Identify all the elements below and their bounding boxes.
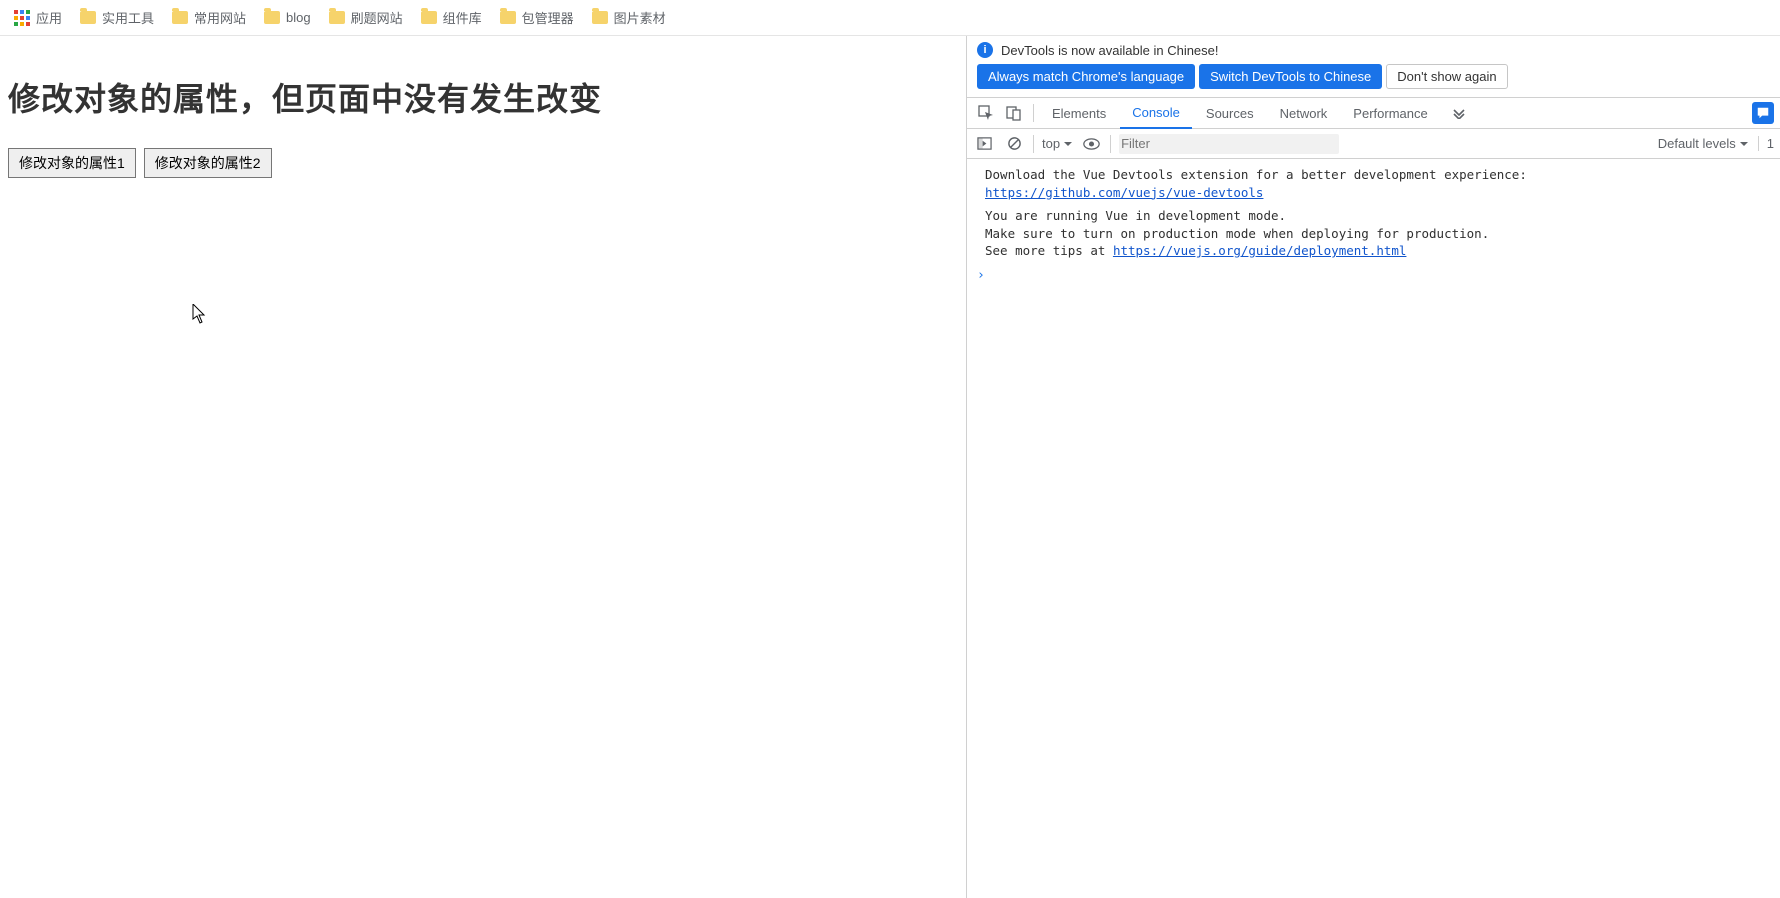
folder-icon (172, 11, 188, 24)
bookmarks-bar: 应用 实用工具 常用网站 blog 刷题网站 组件库 包管理器 图片素材 (0, 0, 1780, 36)
execution-context-select[interactable]: top (1042, 136, 1072, 151)
folder-icon (329, 11, 345, 24)
mouse-cursor-icon (192, 304, 206, 324)
console-sidebar-toggle-icon[interactable] (973, 133, 995, 155)
console-link[interactable]: https://vuejs.org/guide/deployment.html (1113, 243, 1407, 258)
device-toolbar-icon[interactable] (1001, 100, 1027, 126)
bookmark-label: 组件库 (443, 8, 482, 27)
folder-icon (500, 11, 516, 24)
bookmark-folder[interactable]: 常用网站 (172, 8, 246, 27)
apps-label: 应用 (36, 8, 62, 27)
tab-network[interactable]: Network (1268, 97, 1340, 129)
live-expression-icon[interactable] (1080, 133, 1102, 155)
console-message: Download the Vue Devtools extension for … (975, 163, 1772, 204)
page-content: 修改对象的属性，但页面中没有发生改变 修改对象的属性1 修改对象的属性2 (0, 36, 966, 898)
separator (1033, 104, 1034, 122)
context-label: top (1042, 136, 1060, 151)
chevron-down-icon (1064, 140, 1072, 148)
folder-icon (421, 11, 437, 24)
apps-icon (14, 10, 30, 26)
bookmark-folder[interactable]: 包管理器 (500, 8, 574, 27)
tab-performance[interactable]: Performance (1341, 97, 1439, 129)
console-link[interactable]: https://github.com/vuejs/vue-devtools (985, 185, 1263, 200)
language-banner: i DevTools is now available in Chinese! (967, 36, 1780, 64)
log-levels-select[interactable]: Default levels (1658, 136, 1748, 151)
console-output: Download the Vue Devtools extension for … (967, 159, 1780, 898)
console-toolbar: top Default levels 1 (967, 129, 1780, 159)
always-match-language-button[interactable]: Always match Chrome's language (977, 64, 1195, 89)
folder-icon (592, 11, 608, 24)
bookmark-folder[interactable]: 实用工具 (80, 8, 154, 27)
bookmark-label: 包管理器 (522, 8, 574, 27)
console-text: Make sure to turn on production mode whe… (985, 226, 1489, 241)
clear-console-icon[interactable] (1003, 133, 1025, 155)
bookmark-label: blog (286, 10, 311, 25)
switch-to-chinese-button[interactable]: Switch DevTools to Chinese (1199, 64, 1382, 89)
console-prompt[interactable]: › (975, 263, 1772, 289)
dont-show-again-button[interactable]: Don't show again (1386, 64, 1507, 89)
levels-label: Default levels (1658, 136, 1736, 151)
console-text: See more tips at (985, 243, 1113, 258)
bookmark-folder[interactable]: 图片素材 (592, 8, 666, 27)
bookmark-folder[interactable]: 组件库 (421, 8, 482, 27)
info-icon: i (977, 42, 993, 58)
modify-prop-1-button[interactable]: 修改对象的属性1 (8, 148, 136, 178)
bookmark-folder[interactable]: blog (264, 10, 311, 25)
modify-prop-2-button[interactable]: 修改对象的属性2 (144, 148, 272, 178)
folder-icon (264, 11, 280, 24)
hidden-messages-count[interactable]: 1 (1758, 136, 1774, 151)
separator (1110, 135, 1111, 153)
console-message: You are running Vue in development mode.… (975, 204, 1772, 263)
console-text: Download the Vue Devtools extension for … (985, 167, 1527, 182)
bookmark-label: 常用网站 (194, 8, 246, 27)
tab-console[interactable]: Console (1120, 97, 1192, 129)
page-title: 修改对象的属性，但页面中没有发生改变 (8, 74, 958, 120)
bookmark-label: 图片素材 (614, 8, 666, 27)
separator (1033, 135, 1034, 153)
banner-text: DevTools is now available in Chinese! (1001, 43, 1219, 58)
more-tabs-icon[interactable] (1446, 100, 1472, 126)
filter-input[interactable] (1119, 134, 1339, 154)
bookmark-label: 刷题网站 (351, 8, 403, 27)
console-text: You are running Vue in development mode. (985, 208, 1286, 223)
apps-button[interactable]: 应用 (14, 8, 62, 27)
devtools-panel: i DevTools is now available in Chinese! … (966, 36, 1780, 898)
devtools-tabstrip: Elements Console Sources Network Perform… (967, 97, 1780, 129)
banner-actions: Always match Chrome's language Switch De… (967, 64, 1780, 97)
bookmark-label: 实用工具 (102, 8, 154, 27)
feedback-icon[interactable] (1752, 102, 1774, 124)
chevron-down-icon (1740, 140, 1748, 148)
inspect-element-icon[interactable] (973, 100, 999, 126)
folder-icon (80, 11, 96, 24)
tab-sources[interactable]: Sources (1194, 97, 1266, 129)
tab-elements[interactable]: Elements (1040, 97, 1118, 129)
bookmark-folder[interactable]: 刷题网站 (329, 8, 403, 27)
button-row: 修改对象的属性1 修改对象的属性2 (8, 148, 958, 178)
